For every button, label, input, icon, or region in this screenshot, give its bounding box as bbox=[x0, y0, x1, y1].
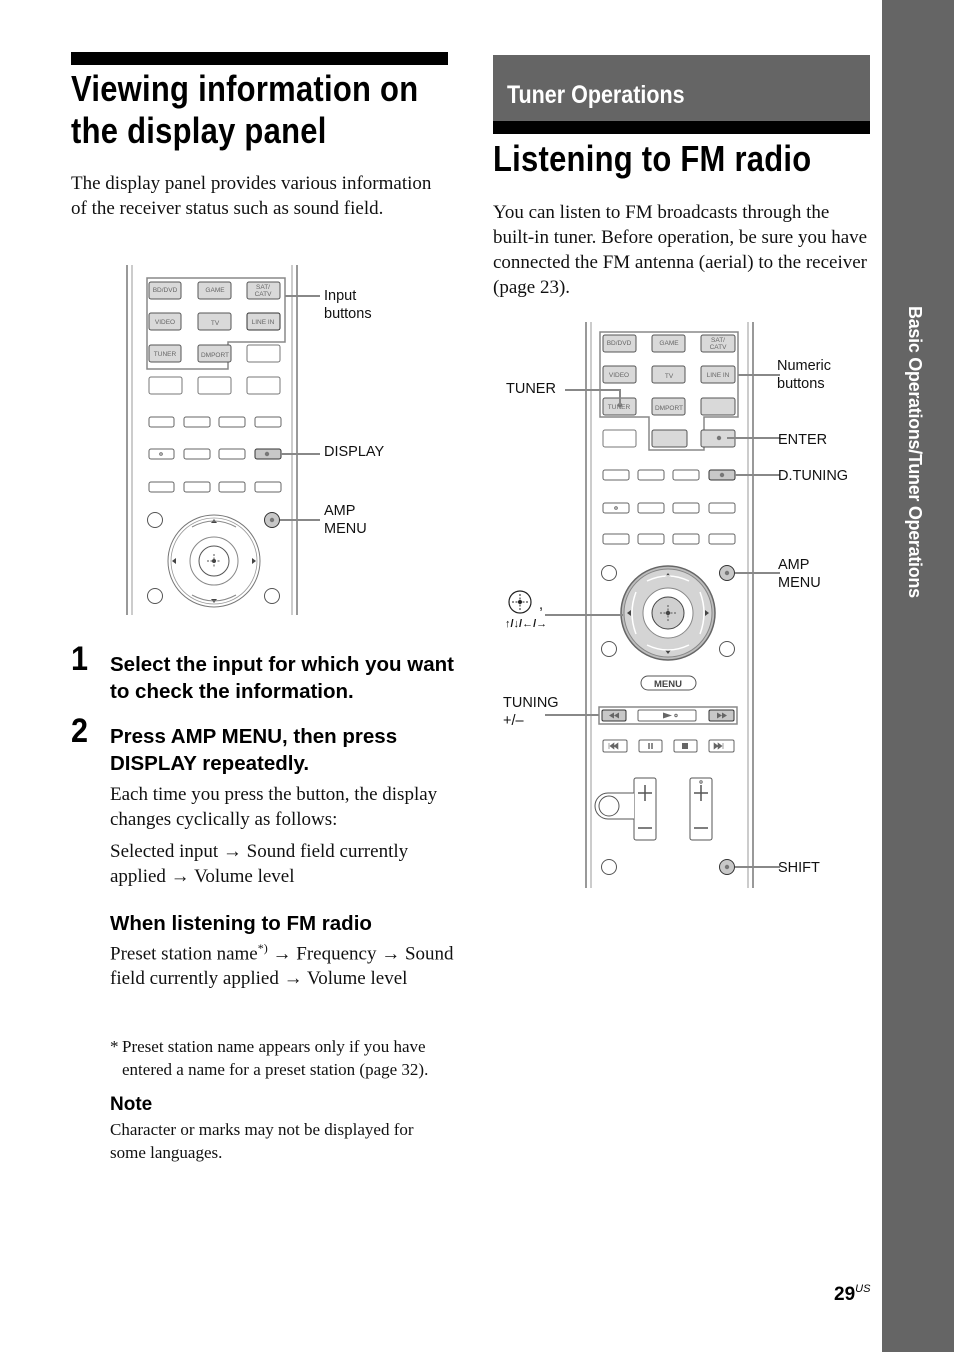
dpad bbox=[620, 565, 716, 661]
fm-title: Listening to FM radio bbox=[493, 138, 812, 179]
svg-text:VIDEO: VIDEO bbox=[609, 372, 629, 379]
game-label: GAME bbox=[205, 287, 225, 294]
remote-diagram-tuner: BD/DVD GAME SAT/ CATV VIDEO TV LINE IN T… bbox=[545, 322, 780, 888]
section-band: Tuner Operations bbox=[493, 55, 870, 121]
dmport-label: DMPORT bbox=[201, 352, 229, 359]
side-tab-label: Basic Operations/Tuner Operations bbox=[905, 306, 925, 598]
callout-tuning: TUNING bbox=[503, 695, 559, 711]
callout-shift: SHIFT bbox=[778, 860, 820, 876]
enter-dpad-icon bbox=[508, 590, 532, 614]
callout-numeric-buttons: Numeric buttons bbox=[777, 358, 831, 392]
remote-diagram-display: BD/DVD GAME SAT/ CATV VIDEO TV LINE IN T… bbox=[126, 265, 320, 615]
tuner-label: TUNER bbox=[154, 351, 177, 358]
svg-text:DMPORT: DMPORT bbox=[655, 405, 683, 412]
page-number: 29US bbox=[834, 1283, 871, 1305]
callout-amp-menu-right: AMP MENU bbox=[778, 557, 821, 591]
note-heading: Note bbox=[110, 1094, 153, 1115]
step-2-title: Press AMP MENU, then press DISPLAY repea… bbox=[110, 725, 398, 775]
callout-comma: , bbox=[539, 597, 544, 613]
catv-label: CATV bbox=[255, 291, 273, 298]
sat-label: SAT/ bbox=[256, 284, 270, 291]
fm-subhead: When listening to FM radio bbox=[110, 912, 372, 935]
callout-enter: ENTER bbox=[778, 432, 828, 448]
line-in-label: LINE IN bbox=[252, 319, 275, 326]
callout-tuning-sign: +/– bbox=[503, 713, 524, 729]
step-2-number: 2 bbox=[71, 712, 89, 750]
dpad bbox=[167, 514, 261, 608]
bd-dvd-label: BD/DVD bbox=[607, 340, 632, 347]
svg-text:SAT/: SAT/ bbox=[711, 337, 725, 344]
note-body: Character or marks may not be displayed … bbox=[110, 1120, 414, 1162]
page-title-line1: Viewing information on bbox=[71, 68, 419, 109]
callout-display: DISPLAY bbox=[324, 444, 385, 460]
svg-text:TV: TV bbox=[665, 373, 674, 380]
fm-intro: You can listen to FM broadcasts through … bbox=[493, 202, 868, 298]
step-2-body: Each time you press the button, the disp… bbox=[110, 784, 438, 830]
footnote-mark: * bbox=[110, 1037, 119, 1056]
bd-dvd-label: BD/DVD bbox=[153, 287, 178, 294]
svg-text:CATV: CATV bbox=[710, 344, 728, 351]
section-label: Tuner Operations bbox=[507, 81, 685, 109]
fm-sequence: Preset station name*) → Frequency → Soun… bbox=[110, 941, 454, 990]
callout-input-buttons: Input buttons bbox=[324, 288, 372, 322]
svg-text:LINE IN: LINE IN bbox=[707, 372, 730, 379]
step-1-title: Select the input for which you want to c… bbox=[110, 653, 454, 703]
section-rule bbox=[493, 121, 870, 134]
svg-text:MENU: MENU bbox=[654, 679, 682, 690]
callout-tuner: TUNER bbox=[506, 381, 556, 397]
callout-arrows: ↑/↓/←/→ bbox=[505, 618, 548, 630]
game-label: GAME bbox=[659, 340, 679, 347]
tv-label: TV bbox=[211, 320, 220, 327]
step-2-sequence: Selected input → Sound field currently a… bbox=[110, 841, 409, 887]
callout-d-tuning: D.TUNING bbox=[778, 468, 849, 484]
page-title-line2: the display panel bbox=[71, 110, 327, 151]
footnote: Preset station name appears only if you … bbox=[122, 1037, 429, 1079]
section-side-tab: Basic Operations/Tuner Operations bbox=[882, 0, 954, 1352]
intro-paragraph: The display panel provides various infor… bbox=[71, 173, 432, 219]
step-1-number: 1 bbox=[71, 640, 89, 678]
callout-amp-menu: AMP MENU bbox=[324, 503, 367, 537]
video-label: VIDEO bbox=[155, 319, 175, 326]
title-rule bbox=[71, 52, 448, 65]
